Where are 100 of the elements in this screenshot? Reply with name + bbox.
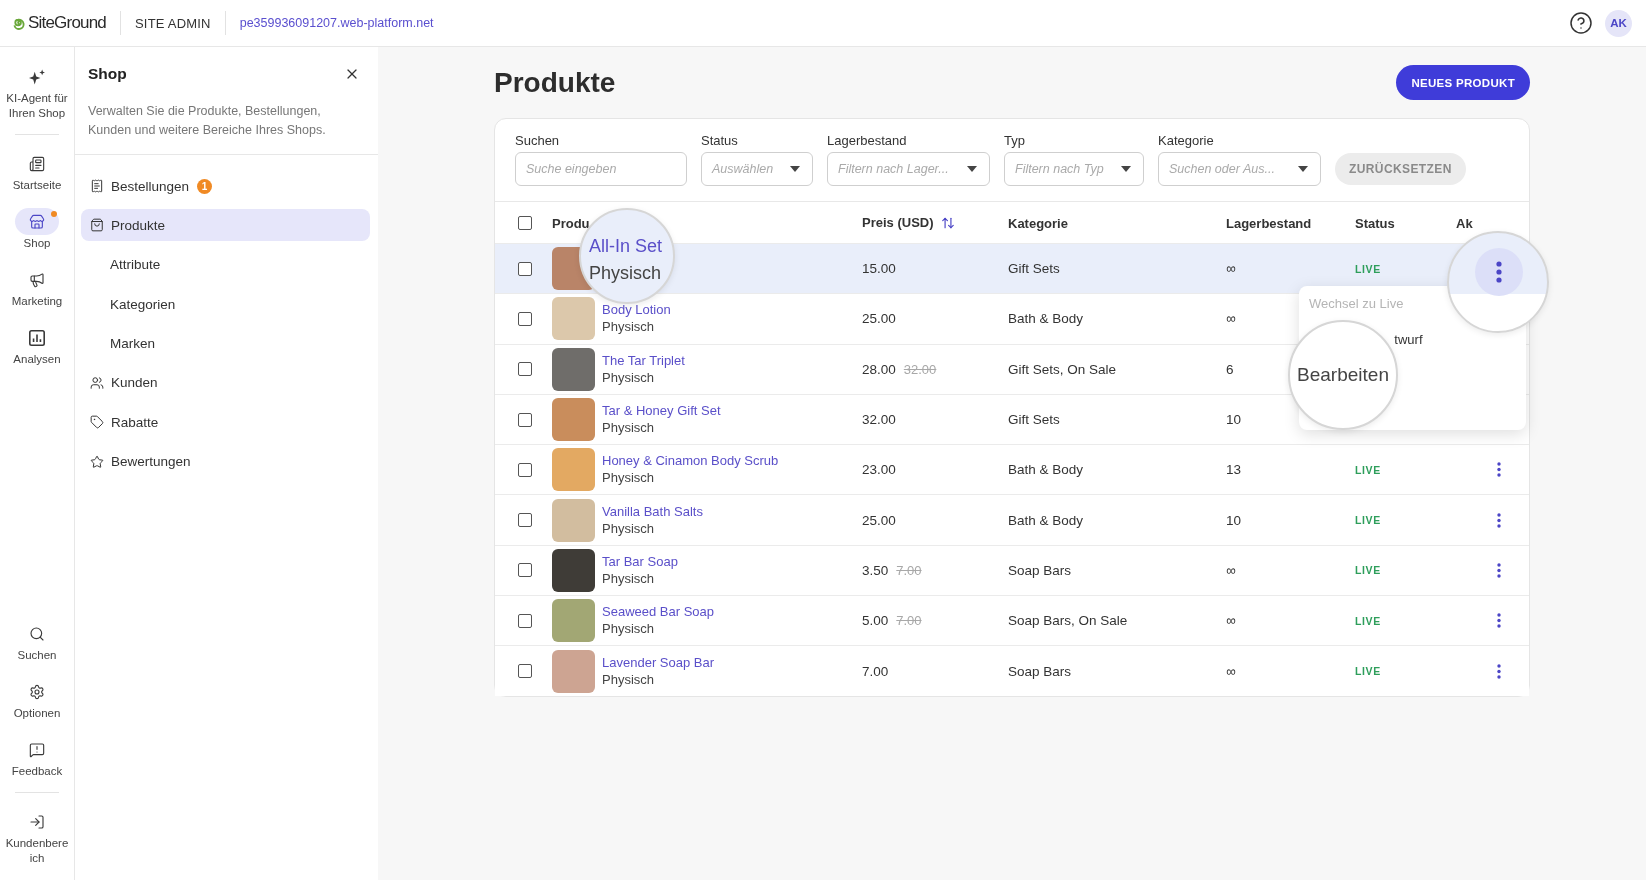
new-product-button[interactable]: NEUES PRODUKT [1396,65,1530,100]
settings-icon [29,683,45,700]
rail-nav-item[interactable]: Feedback [5,736,69,779]
sidebar-item[interactable]: Bewertungen [81,445,370,478]
row-checkbox[interactable] [518,563,532,578]
row-checkbox[interactable] [518,613,532,628]
status-label: LIVE [1355,262,1381,275]
vertical-dots-icon[interactable] [1497,512,1501,528]
price: 32.00 [862,412,896,428]
field-label: Suchen [515,133,561,149]
caret-icon [790,166,800,172]
vertical-dots-icon[interactable] [1497,562,1501,578]
brand-logo: SiteGround [28,13,106,33]
status-label: LIVE [1355,564,1381,577]
users-icon [90,375,104,390]
field-label: Typ [1004,133,1026,149]
rail-nav-item[interactable]: Shop [5,208,69,251]
sidebar-subitem[interactable]: Marken [81,327,370,360]
product-type: Physisch [602,419,656,438]
search-icon [29,625,45,642]
more-button[interactable] [1475,248,1523,296]
product-name-link[interactable]: All-In Set [589,233,663,260]
product-name-link[interactable]: The Tar Triplet [602,351,685,369]
vertical-dots-icon[interactable] [1497,613,1501,629]
product-name-link[interactable]: Honey & Cinamon Body Scrub [602,452,779,470]
product-name-link[interactable]: Lavender Soap Bar [602,653,715,671]
rail-nav-item[interactable]: KI-Agent für Ihren Shop [5,63,69,121]
column-header: Ak [1456,215,1473,231]
stock-text: ∞ [1226,562,1236,578]
rail-nav-item[interactable]: Suchen [5,620,69,663]
stock-text: 10 [1226,512,1242,528]
sidebar-item[interactable]: Kunden [81,366,370,399]
column-header: Kategorie [1008,215,1068,231]
product-name-link[interactable]: Seaweed Bar Soap [602,603,715,621]
sidebar-subitem[interactable]: Attribute [81,248,370,281]
status-label: LIVE [1355,614,1381,627]
product-name-link[interactable]: Vanilla Bath Salts [602,502,703,520]
receipt-icon [90,179,104,193]
menu-item[interactable]: twurf [1394,332,1423,347]
menu-item[interactable]: Bearbeiten [1297,364,1389,386]
product-type: Physisch [602,670,656,689]
caret-icon [1121,166,1131,172]
select-all-checkbox[interactable] [518,215,532,230]
sidebar-item[interactable]: Rabatte [81,406,370,439]
rail-nav-item[interactable]: Kundenbereich [5,808,69,866]
column-header: Status [1355,215,1395,231]
sort-icon[interactable] [940,215,955,230]
vertical-dots-icon[interactable] [1497,462,1501,478]
sidebar-item[interactable]: Bestellungen 1 [81,170,370,202]
row-checkbox[interactable] [518,513,532,528]
price: 23.00 [862,462,896,478]
stock-text: ∞ [1226,663,1236,679]
row-checkbox[interactable] [518,261,532,276]
row-checkbox[interactable] [518,462,532,477]
row-checkbox[interactable] [518,311,532,326]
price: 3.50 [862,562,889,578]
old-price: 7.00 [896,562,922,578]
sparkles-icon [29,68,45,85]
caret-icon [967,166,977,172]
rail-nav-item[interactable]: Startseite [5,150,69,193]
row-checkbox[interactable] [518,362,532,377]
spiral-logo-icon [13,16,26,30]
status-label: LIVE [1355,665,1381,677]
domain-link[interactable]: pe359936091207.web-platform.net [239,16,434,30]
photo-placeholder [552,649,595,693]
product-name-link[interactable]: Body Lotion [602,301,671,319]
column-header: Produ [552,215,590,231]
sidebar-subitem[interactable]: Kategorien [81,288,370,321]
vertical-dots-icon[interactable] [1497,663,1501,679]
photo-placeholder [552,599,595,643]
category-text: Gift Sets [1008,412,1060,428]
vertical-dots-icon [1496,261,1502,283]
sidebar-item[interactable]: Produkte [81,209,370,242]
megaphone-icon [29,271,45,288]
photo-placeholder [552,398,595,442]
rail-nav-item[interactable]: Optionen [5,678,69,721]
message-alert-icon [29,741,45,758]
rail-nav-item[interactable]: Analysen [5,324,69,367]
product-name-link[interactable]: Tar Bar Soap [602,552,678,570]
panel-title: Shop [88,65,127,83]
row-checkbox[interactable] [518,412,532,427]
photo-placeholder [552,297,595,341]
storefront-icon [29,213,45,230]
search-field[interactable]: Suche eingeben [515,152,687,186]
product-type: Physisch [602,318,656,337]
product-type: Physisch [602,368,656,387]
section-title: SITE ADMIN [135,15,211,31]
product-type: Physisch [602,620,656,639]
price: 25.00 [862,311,896,327]
row-checkbox[interactable] [518,664,532,678]
photo-placeholder [552,448,595,492]
category-text: Bath & Body [1008,512,1084,528]
user-avatar[interactable]: AK [1605,9,1632,37]
category-text: Bath & Body [1008,462,1084,478]
field-label: Status [701,133,739,149]
rail-nav-item[interactable]: Marketing [5,266,69,309]
product-name-link[interactable]: Tar & Honey Gift Set [602,402,721,420]
status-label: LIVE [1355,514,1381,527]
help-icon[interactable] [1569,11,1593,35]
column-header[interactable]: Preis (USD) [862,215,934,230]
